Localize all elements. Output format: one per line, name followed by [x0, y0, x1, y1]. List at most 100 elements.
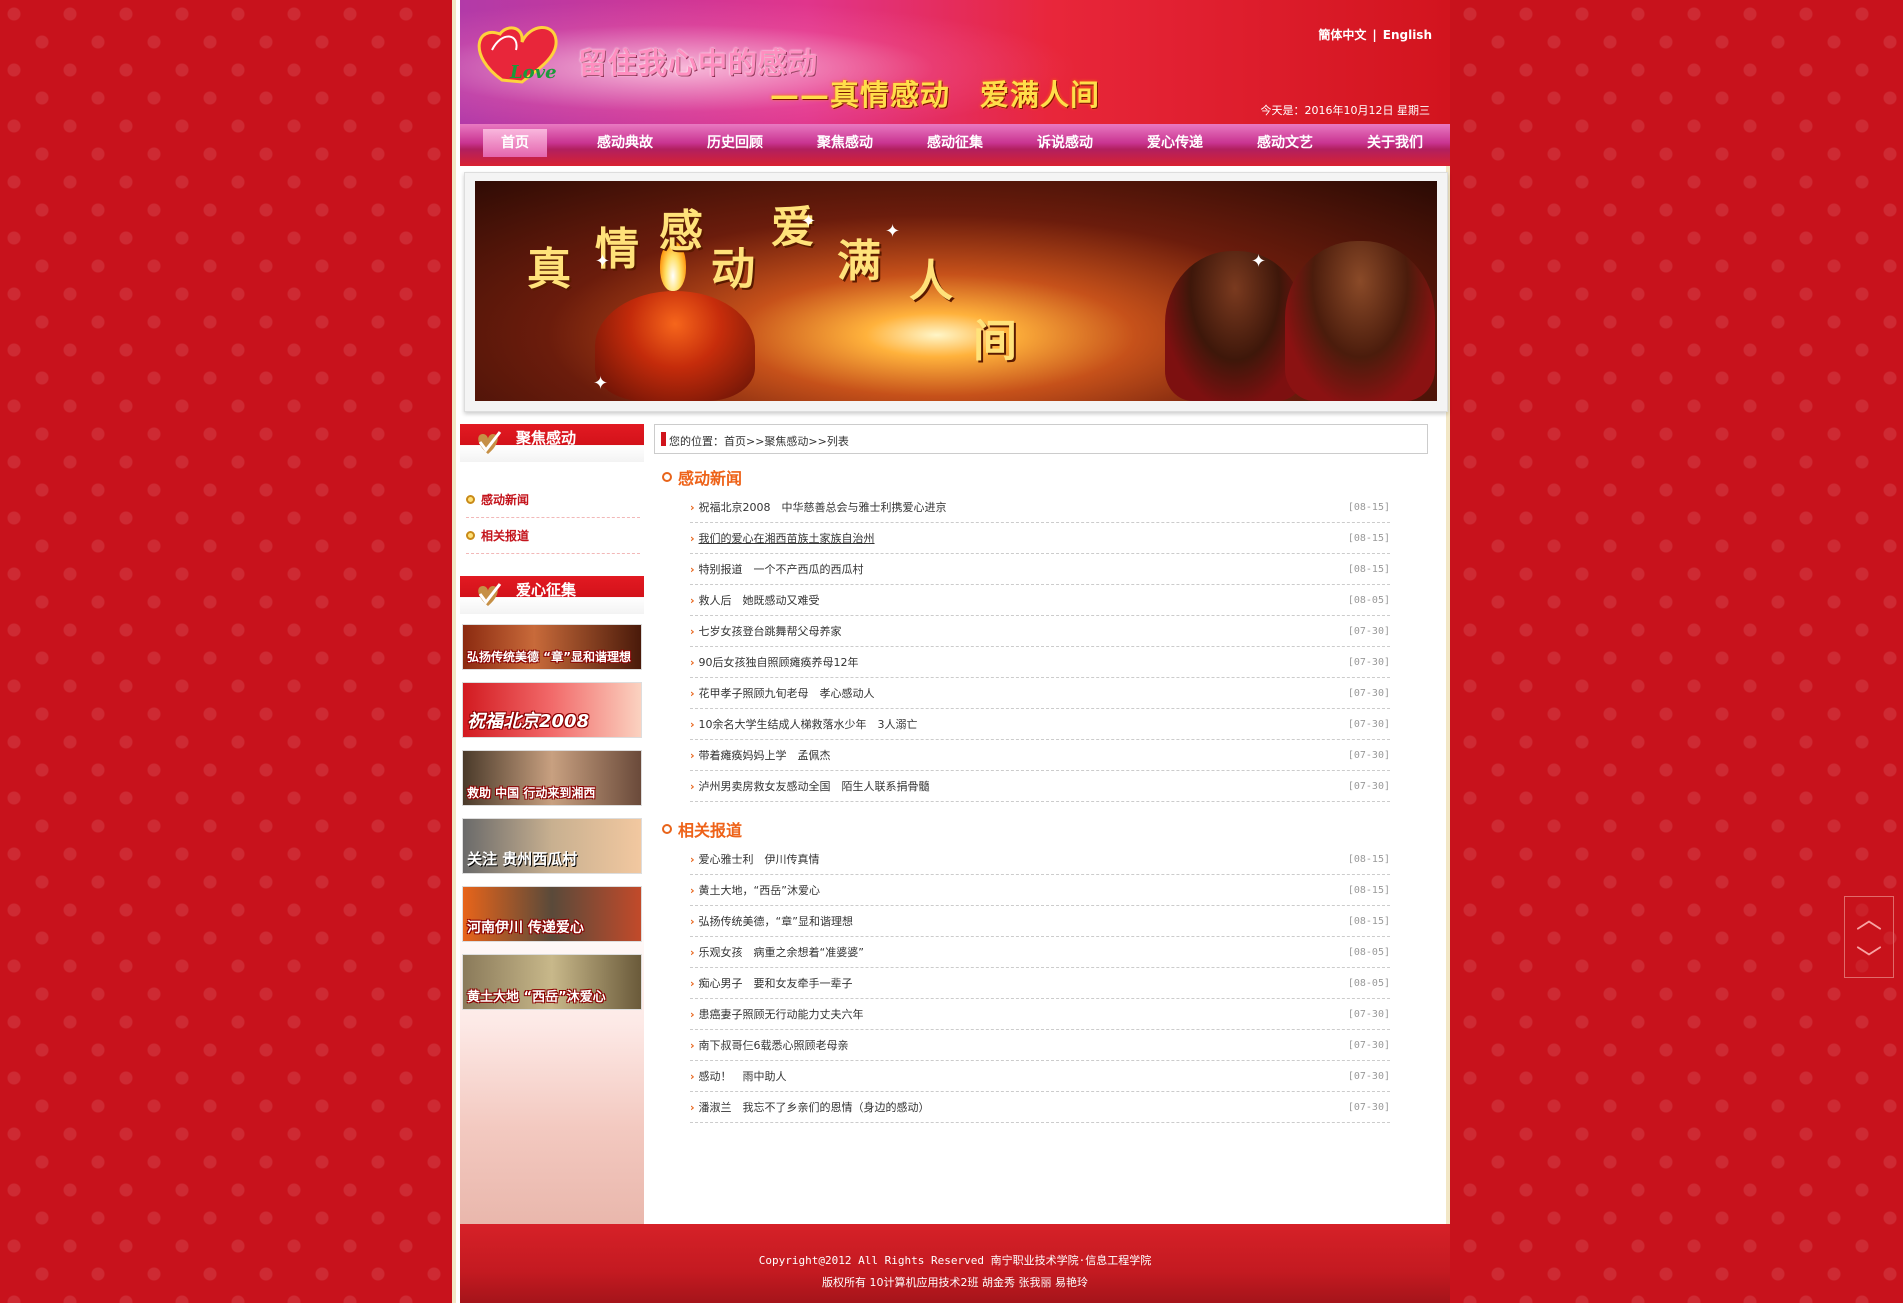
nav-home[interactable]: 首页 [460, 124, 570, 166]
sidebar: 聚焦感动 感动新闻 相关报道 爱心征集 弘扬传统美德 “章”显和谐理想 祝福北京… [460, 424, 644, 1224]
arrow-right-icon: › [690, 748, 695, 762]
news-date: [08-05] [1347, 594, 1390, 606]
arrow-right-icon: › [690, 686, 695, 700]
sidebar-item-news[interactable]: 感动新闻 [466, 482, 640, 518]
nav-tell[interactable]: 诉说感动 [1010, 124, 1120, 166]
list-item: › 特别报道 一个不产西瓜的西瓜村 [08-15] [690, 554, 1390, 585]
thumb-caption: 救助 中国 行动来到湘西 [467, 786, 596, 800]
section-title: 相关报道 [678, 821, 743, 840]
site-footer: Copyright@2012 All Rights Reserved 南宁职业技… [460, 1224, 1450, 1303]
arrow-right-icon: › [690, 852, 695, 866]
list-item: › 南下叔哥仨6载悉心照顾老母亲 [07-30] [690, 1030, 1390, 1061]
list-item: › 弘扬传统美德，“章”显和谐理想 [08-15] [690, 906, 1390, 937]
news-link[interactable]: 带着瘫痪妈妈上学 孟佩杰 [699, 747, 831, 763]
section-reports: 相关报道 › 爱心雅士利 伊川传真情 [08-15] › 黄土大地，“西岳”沐爱心 [0… [662, 814, 1402, 1123]
list-item: › 带着瘫痪妈妈上学 孟佩杰 [07-30] [690, 740, 1390, 771]
nav-history[interactable]: 历史回顾 [680, 124, 790, 166]
scroll-down-icon[interactable]: ﹀ [1845, 937, 1893, 977]
arrow-right-icon: › [690, 1069, 695, 1083]
thumb-list: 弘扬传统美德 “章”显和谐理想 祝福北京2008 救助 中国 行动来到湘西 关注… [460, 614, 644, 1010]
sparkle-icon: ✦ [801, 211, 817, 232]
scroll-widget: ︿ ﹀ [1844, 896, 1894, 978]
news-link[interactable]: 我们的爱心在湘西苗族土家族自治州 [699, 530, 875, 546]
news-link[interactable]: 七岁女孩登台跳舞帮父母养家 [699, 623, 842, 639]
news-date: [07-30] [1347, 749, 1390, 761]
promo-thumb[interactable]: 救助 中国 行动来到湘西 [462, 750, 642, 806]
arrow-right-icon: › [690, 624, 695, 638]
banner-image: 真 情 感 动 爱 满 人 间 ✦ ✦ ✦ ✦ ✦ [475, 181, 1437, 401]
slogan-line2: ——真情感动 爱满人间 [770, 78, 1101, 112]
arrow-right-icon: › [690, 1100, 695, 1114]
news-link[interactable]: 爱心雅士利 伊川传真情 [699, 851, 820, 867]
news-link[interactable]: 救人后 她既感动又难受 [699, 592, 820, 608]
scroll-up-icon[interactable]: ︿ [1845, 897, 1893, 937]
promo-thumb[interactable]: 河南伊川 传递爱心 [462, 886, 642, 942]
nav-focus[interactable]: 聚焦感动 [790, 124, 900, 166]
news-link[interactable]: 泸州男卖房救女友感动全国 陌生人联系捐骨髓 [699, 778, 930, 794]
news-link[interactable]: 患癌妻子照顾无行动能力丈夫六年 [699, 1006, 864, 1022]
nav-stories[interactable]: 感动典故 [570, 124, 680, 166]
list-item: › 感动！ 雨中助人 [07-30] [690, 1061, 1390, 1092]
banner-char: 间 [973, 316, 1017, 367]
arrow-right-icon: › [690, 593, 695, 607]
arrow-right-icon: › [690, 500, 695, 514]
ring-bullet-icon [662, 472, 672, 482]
section-news: 感动新闻 › 祝福北京2008 中华慈善总会与雅士利携爱心进京 [08-15] › 我… [662, 462, 1402, 802]
news-link[interactable]: 潘淑兰 我忘不了乡亲们的恩情（身边的感动） [699, 1099, 930, 1115]
nav-love-pass[interactable]: 爱心传递 [1120, 124, 1230, 166]
sidebar-item-reports[interactable]: 相关报道 [466, 518, 640, 554]
news-date: [07-30] [1347, 656, 1390, 668]
nav-collect[interactable]: 感动征集 [900, 124, 1010, 166]
lang-english-link[interactable]: English [1383, 28, 1432, 42]
sparkle-icon: ✦ [885, 221, 901, 242]
news-link[interactable]: 花甲孝子照顾九旬老母 孝心感动人 [699, 685, 875, 701]
news-date: [08-15] [1347, 915, 1390, 927]
news-link[interactable]: 10余名大学生结成人梯救落水少年 3人溺亡 [699, 716, 918, 732]
news-date: [07-30] [1347, 780, 1390, 792]
thumb-caption: 祝福北京2008 [467, 711, 590, 732]
news-link[interactable]: 特别报道 一个不产西瓜的西瓜村 [699, 561, 864, 577]
arrow-right-icon: › [690, 531, 695, 545]
promo-thumb[interactable]: 弘扬传统美德 “章”显和谐理想 [462, 624, 642, 670]
news-link[interactable]: 乐观女孩 病重之余想着“准婆婆” [699, 944, 864, 960]
list-item: › 泸州男卖房救女友感动全国 陌生人联系捐骨髓 [07-30] [690, 771, 1390, 802]
list-item: › 90后女孩独自照顾瘫痪养母12年 [07-30] [690, 647, 1390, 678]
news-link[interactable]: 黄土大地，“西岳”沐爱心 [699, 882, 820, 898]
news-date: [08-15] [1347, 853, 1390, 865]
news-link[interactable]: 90后女孩独自照顾瘫痪养母12年 [699, 654, 859, 670]
sparkle-icon: ✦ [1251, 251, 1267, 272]
copyright-text: Copyright@2012 All Rights Reserved 南宁职业技… [758, 1254, 1152, 1267]
nav-arts[interactable]: 感动文艺 [1230, 124, 1340, 166]
banner-char: 动 [711, 244, 755, 295]
news-link[interactable]: 痴心男子 要和女友牵手一辈子 [699, 975, 853, 991]
promo-thumb[interactable]: 关注 贵州西瓜村 [462, 818, 642, 874]
news-link[interactable]: 南下叔哥仨6载悉心照顾老母亲 [699, 1037, 849, 1053]
list-item: › 痴心男子 要和女友牵手一辈子 [08-05] [690, 968, 1390, 999]
banner-char: 满 [837, 236, 881, 287]
news-date: [07-30] [1347, 1101, 1390, 1113]
nav-about[interactable]: 关于我们 [1340, 124, 1450, 166]
news-date: [08-05] [1347, 946, 1390, 958]
news-date: [07-30] [1347, 1039, 1390, 1051]
thumb-caption: 弘扬传统美德 “章”显和谐理想 [467, 650, 631, 664]
arrow-right-icon: › [690, 1007, 695, 1021]
list-item: › 爱心雅士利 伊川传真情 [08-15] [690, 844, 1390, 875]
thumb-caption: 河南伊川 传递爱心 [467, 920, 584, 936]
arrow-right-icon: › [690, 655, 695, 669]
promo-thumb[interactable]: 黄土大地 “西岳”沐爱心 [462, 954, 642, 1010]
promo-thumb[interactable]: 祝福北京2008 [462, 682, 642, 738]
news-link[interactable]: 弘扬传统美德，“章”显和谐理想 [699, 913, 853, 929]
news-date: [08-15] [1347, 532, 1390, 544]
bullet-icon [466, 495, 475, 504]
lang-chinese-link[interactable]: 簡体中文 [1318, 28, 1366, 42]
list-item: › 患癌妻子照顾无行动能力丈夫六年 [07-30] [690, 999, 1390, 1030]
sidebar-collect-header: 爱心征集 [460, 576, 644, 614]
news-link[interactable]: 祝福北京2008 中华慈善总会与雅士利携爱心进京 [699, 499, 947, 515]
news-date: [07-30] [1347, 687, 1390, 699]
banner-char: 感 [659, 206, 703, 257]
sparkle-icon: ✦ [593, 373, 609, 394]
list-item: › 祝福北京2008 中华慈善总会与雅士利携爱心进京 [08-15] [690, 492, 1390, 523]
news-link[interactable]: 感动！ 雨中助人 [699, 1068, 787, 1084]
news-list: › 祝福北京2008 中华慈善总会与雅士利携爱心进京 [08-15] › 我们的爱心在… [662, 492, 1402, 802]
ring-bullet-icon [662, 824, 672, 834]
